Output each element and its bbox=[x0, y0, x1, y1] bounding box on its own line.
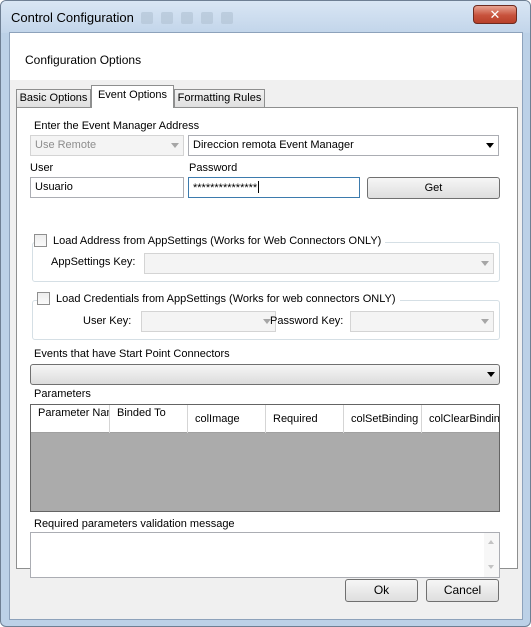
cancel-button-label: Cancel bbox=[443, 583, 482, 597]
ok-button[interactable]: Ok bbox=[345, 579, 418, 602]
chevron-down-icon bbox=[481, 319, 489, 324]
text-caret bbox=[258, 181, 260, 193]
user-input-value: Usuario bbox=[35, 181, 73, 193]
scroll-up-icon[interactable] bbox=[488, 540, 494, 544]
column-header-label: Binded To bbox=[117, 407, 166, 419]
appsettings-key-label: AppSettings Key: bbox=[51, 256, 136, 268]
column-header-parameter-name[interactable]: Parameter Name bbox=[31, 405, 110, 433]
event-manager-address-select[interactable]: Direccion remota Event Manager bbox=[188, 135, 499, 156]
column-header-label: Required bbox=[273, 413, 318, 425]
ghost-icon bbox=[201, 12, 213, 24]
ghost-icon bbox=[161, 12, 173, 24]
parameters-grid[interactable]: Parameter Name Binded To colImage Requir… bbox=[30, 404, 500, 512]
chevron-down-icon bbox=[486, 143, 494, 148]
tab-basic-options[interactable]: Basic Options bbox=[16, 89, 91, 108]
load-credentials-checkbox-label: Load Credentials from AppSettings (Works… bbox=[56, 292, 396, 305]
header-panel: Configuration Options bbox=[10, 33, 522, 80]
user-key-select bbox=[141, 311, 276, 332]
remote-mode-value: Use Remote bbox=[35, 139, 97, 151]
column-header-label: Parameter Name bbox=[38, 407, 109, 419]
validation-message-textarea[interactable] bbox=[30, 532, 500, 578]
load-address-option[interactable]: Load Address from AppSettings (Works for… bbox=[34, 234, 386, 247]
window-title: Control Configuration bbox=[11, 10, 134, 25]
user-input[interactable]: Usuario bbox=[30, 177, 184, 198]
remote-mode-select: Use Remote bbox=[30, 135, 184, 156]
column-header-binded-to[interactable]: Binded To bbox=[110, 405, 188, 433]
load-credentials-checkbox[interactable] bbox=[37, 292, 50, 305]
tab-label: Basic Options bbox=[19, 92, 88, 104]
event-manager-address-label: Enter the Event Manager Address bbox=[34, 120, 200, 132]
events-label: Events that have Start Point Connectors bbox=[34, 348, 230, 360]
ok-button-label: Ok bbox=[373, 583, 390, 597]
header-title: Configuration Options bbox=[25, 53, 142, 67]
title-bar-ghost-icons bbox=[141, 12, 233, 24]
column-header-colclearbinding[interactable]: colClearBinding bbox=[422, 405, 499, 433]
load-credentials-option[interactable]: Load Credentials from AppSettings (Works… bbox=[37, 292, 400, 305]
events-select[interactable] bbox=[30, 364, 500, 385]
ghost-icon bbox=[181, 12, 193, 24]
parameters-grid-header: Parameter Name Binded To colImage Requir… bbox=[31, 405, 499, 433]
tab-label: Event Options bbox=[97, 89, 168, 101]
get-button-label: Get bbox=[424, 182, 443, 194]
get-button[interactable]: Get bbox=[367, 177, 500, 199]
event-options-panel: Enter the Event Manager Address Use Remo… bbox=[16, 107, 518, 578]
column-header-colsetbinding[interactable]: colSetBinding bbox=[344, 405, 422, 433]
chevron-down-icon bbox=[487, 372, 495, 377]
load-address-checkbox[interactable] bbox=[34, 234, 47, 247]
user-label: User bbox=[30, 162, 54, 174]
control-configuration-dialog: Control Configuration ✕ Configuration Op… bbox=[0, 0, 531, 627]
close-icon: ✕ bbox=[489, 7, 501, 22]
column-header-required[interactable]: Required bbox=[266, 405, 344, 433]
event-manager-address-value: Direccion remota Event Manager bbox=[193, 139, 354, 151]
load-address-checkbox-label: Load Address from AppSettings (Works for… bbox=[53, 234, 382, 247]
title-bar[interactable]: Control Configuration ✕ bbox=[1, 1, 530, 33]
appsettings-key-select bbox=[144, 253, 494, 274]
close-window-button[interactable]: ✕ bbox=[473, 5, 517, 24]
column-header-label: colClearBinding bbox=[429, 413, 499, 425]
ghost-icon bbox=[221, 12, 233, 24]
vertical-scrollbar[interactable] bbox=[484, 533, 499, 577]
user-key-label: User Key: bbox=[83, 315, 132, 327]
ghost-icon bbox=[141, 12, 153, 24]
parameters-label: Parameters bbox=[34, 388, 91, 400]
scroll-down-icon[interactable] bbox=[488, 565, 494, 569]
password-key-label: Password Key: bbox=[270, 315, 344, 327]
chevron-down-icon bbox=[481, 261, 489, 266]
dialog-client-area: Configuration Options Basic Options Even… bbox=[9, 32, 523, 620]
password-input[interactable]: *************** bbox=[188, 177, 360, 198]
password-key-select bbox=[350, 311, 494, 332]
cancel-button[interactable]: Cancel bbox=[426, 579, 499, 602]
validation-message-label: Required parameters validation message bbox=[34, 518, 235, 530]
column-header-label: colImage bbox=[195, 413, 240, 425]
password-label: Password bbox=[189, 162, 238, 174]
tab-event-options[interactable]: Event Options bbox=[91, 85, 174, 108]
column-header-label: colSetBinding bbox=[351, 413, 419, 425]
tab-formatting-rules[interactable]: Formatting Rules bbox=[174, 89, 265, 108]
chevron-down-icon bbox=[171, 143, 179, 148]
column-header-colimage[interactable]: colImage bbox=[188, 405, 266, 433]
tab-label: Formatting Rules bbox=[177, 92, 262, 104]
password-input-value: *************** bbox=[193, 182, 258, 194]
